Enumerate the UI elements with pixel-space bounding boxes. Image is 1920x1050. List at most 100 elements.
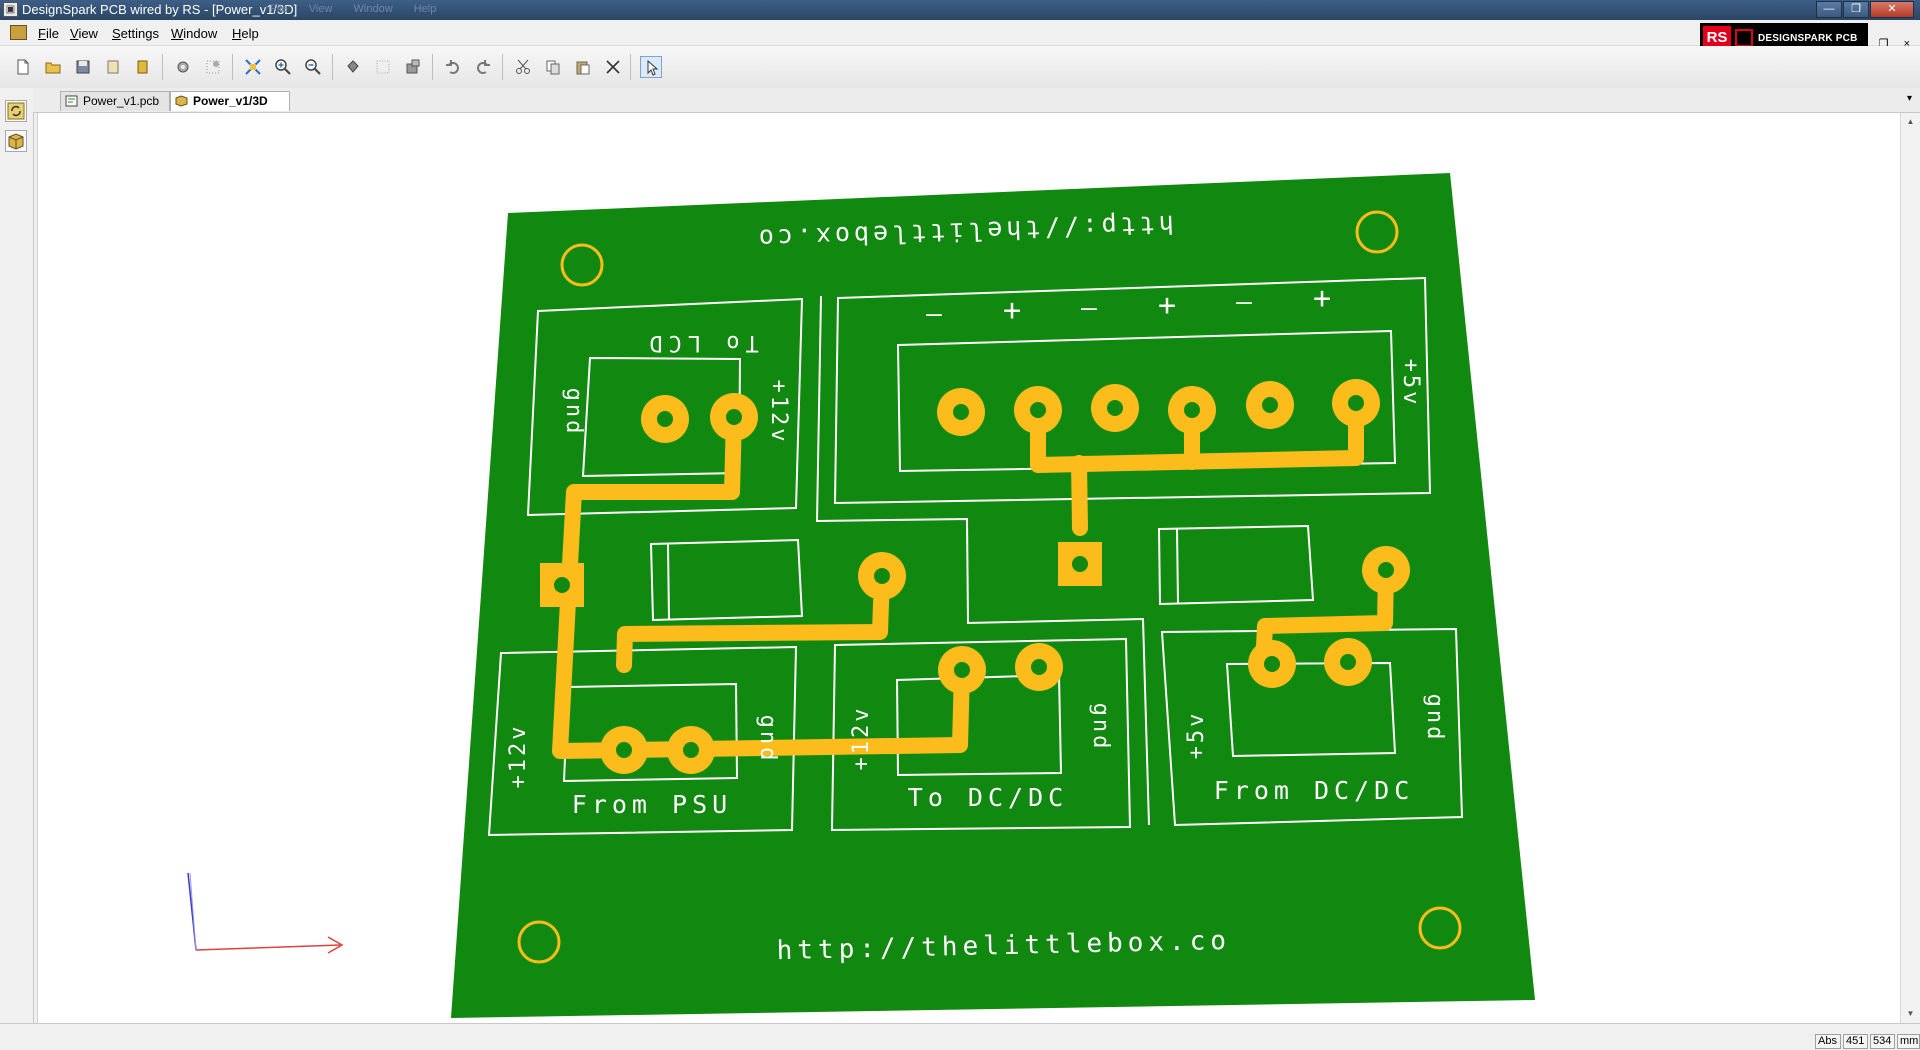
header-pad-6-drill (1348, 395, 1364, 411)
menu-view[interactable]: View (70, 26, 98, 41)
header-sign-4: + (1158, 288, 1176, 323)
cut-button[interactable] (512, 56, 534, 78)
new-file-button[interactable] (12, 56, 34, 78)
left-side-strip (0, 88, 34, 1023)
select-pointer-button[interactable] (640, 56, 662, 78)
lcd-12v-text: +12v (766, 380, 791, 445)
cursor-x-readout: 451 (1843, 1034, 1868, 1049)
library-book-icon (137, 60, 148, 74)
menu-settings[interactable]: Settings (112, 26, 159, 41)
menu-help[interactable]: Help (232, 26, 259, 41)
design-settings-button[interactable] (172, 56, 194, 78)
scroll-down-arrow-icon[interactable]: ▼ (1901, 1005, 1920, 1023)
fill-bucket-icon (347, 60, 359, 73)
psu-pad-2-drill (683, 742, 699, 758)
open-library-button[interactable] (132, 56, 154, 78)
psu-label-text: From PSU (572, 790, 732, 819)
ghost-menu-view: View (308, 3, 333, 15)
status-bar: Abs 451 534 mm (0, 1023, 1920, 1050)
zoom-in-button[interactable] (272, 56, 294, 78)
scroll-up-arrow-icon[interactable]: ▲ (1901, 113, 1920, 131)
to-dcdc-12v-text: +12v (849, 706, 874, 771)
header-pad-2-drill (1030, 402, 1046, 418)
scissors-icon (516, 59, 530, 74)
minimize-button[interactable]: — (1816, 1, 1842, 18)
grid-icon (376, 60, 390, 74)
zoom-extents-button[interactable] (242, 56, 264, 78)
refresh-view-button[interactable] (5, 100, 27, 122)
cursor-y-readout: 534 (1870, 1034, 1895, 1049)
vertical-scrollbar[interactable]: ▲ ▼ (1900, 113, 1920, 1023)
document-menu-icon[interactable] (10, 25, 27, 40)
to-dcdc-gnd-text: gnd (1088, 703, 1113, 752)
zoom-out-icon (305, 59, 321, 75)
header-5v-text: +5v (1398, 359, 1423, 408)
header-pad-5-drill (1262, 397, 1278, 413)
3d-view-button[interactable] (5, 130, 27, 152)
save-icon (76, 60, 90, 74)
z-axis-shadow (189, 872, 197, 951)
ghost-menu: File View Window Help (270, 3, 454, 15)
grid-settings-button[interactable] (202, 56, 224, 78)
grid-toggle-button[interactable] (372, 56, 394, 78)
undo-button[interactable] (442, 56, 464, 78)
ghost-menu-help: Help (413, 3, 437, 15)
delete-button[interactable] (602, 56, 624, 78)
copy-button[interactable] (542, 56, 564, 78)
copy-icon (546, 60, 560, 75)
window-controls: — ❐ ✕ (1815, 1, 1914, 18)
title-bar: ▣ DesignSpark PCB wired by RS - [Power_v… (0, 0, 1920, 20)
lcd-gnd-text: gnd (561, 388, 586, 437)
tab-menu-chevron-icon[interactable]: ▾ (1907, 93, 1912, 104)
designspark-logo-mark (1735, 29, 1753, 47)
zoom-out-button[interactable] (302, 56, 324, 78)
document-tab-bar: Power_v1.pcb Power_v1/3D ▾ (33, 88, 1920, 113)
right-diode-band (1176, 528, 1179, 605)
x-axis-line (195, 944, 341, 951)
component-icon (406, 59, 420, 74)
redo-button[interactable] (472, 56, 494, 78)
pointer-arrow-icon (647, 60, 659, 76)
designspark-logo-text: DESIGNSPARK PCB (1758, 32, 1858, 44)
grid-settings-icon (206, 60, 220, 74)
pcb-3d-render[interactable]: http://thelittlebox.co To LCD gnd +12v +… (38, 113, 1901, 1023)
window-title: DesignSpark PCB wired by RS - [Power_v1/… (22, 2, 298, 17)
tab-power-v1-pcb[interactable]: Power_v1.pcb (60, 91, 170, 111)
header-sign-2: + (1003, 293, 1021, 328)
open-button[interactable] (42, 56, 64, 78)
paste-button[interactable] (572, 56, 594, 78)
from-dcdc-pad-2-drill (1340, 654, 1356, 670)
toolbar-separator (432, 54, 433, 80)
menu-file[interactable]: File (38, 26, 59, 41)
close-button[interactable]: ✕ (1870, 1, 1914, 18)
3d-viewport[interactable]: http://thelittlebox.co To LCD gnd +12v +… (37, 113, 1901, 1023)
header-sign-5: — (1236, 287, 1252, 317)
from-dcdc-pad-1-drill (1264, 656, 1280, 672)
header-pad-4-drill (1184, 402, 1200, 418)
3d-document-icon (175, 95, 188, 107)
header-sign-1: — (926, 299, 942, 329)
header-pad-3-drill (1107, 400, 1123, 416)
diode-left-pad-drill (874, 568, 890, 584)
component-button[interactable] (402, 56, 424, 78)
redo-icon (477, 60, 490, 74)
menu-bar: File View Settings Window Help (0, 20, 1920, 46)
tab-power-v1-3d[interactable]: Power_v1/3D (170, 91, 290, 111)
restore-button[interactable]: ❐ (1843, 1, 1869, 18)
coordinate-mode[interactable]: Abs (1815, 1034, 1841, 1049)
fill-button[interactable] (342, 56, 364, 78)
gear-icon (177, 61, 189, 73)
zoom-extents-icon (245, 59, 261, 75)
open-design-button[interactable] (102, 56, 124, 78)
menu-window[interactable]: Window (171, 26, 217, 41)
from-dcdc-5v-text: +5v (1184, 711, 1209, 760)
header-pad-1-drill (953, 404, 969, 420)
psu-gnd-text: gnd (755, 715, 780, 764)
toolbar-separator (232, 54, 233, 80)
units-readout[interactable]: mm (1897, 1034, 1920, 1049)
save-button[interactable] (72, 56, 94, 78)
toolbar-separator (630, 54, 631, 80)
psu-12v-text: +12v (506, 724, 531, 789)
toolbar-separator (502, 54, 503, 80)
zoom-in-icon (275, 59, 291, 75)
